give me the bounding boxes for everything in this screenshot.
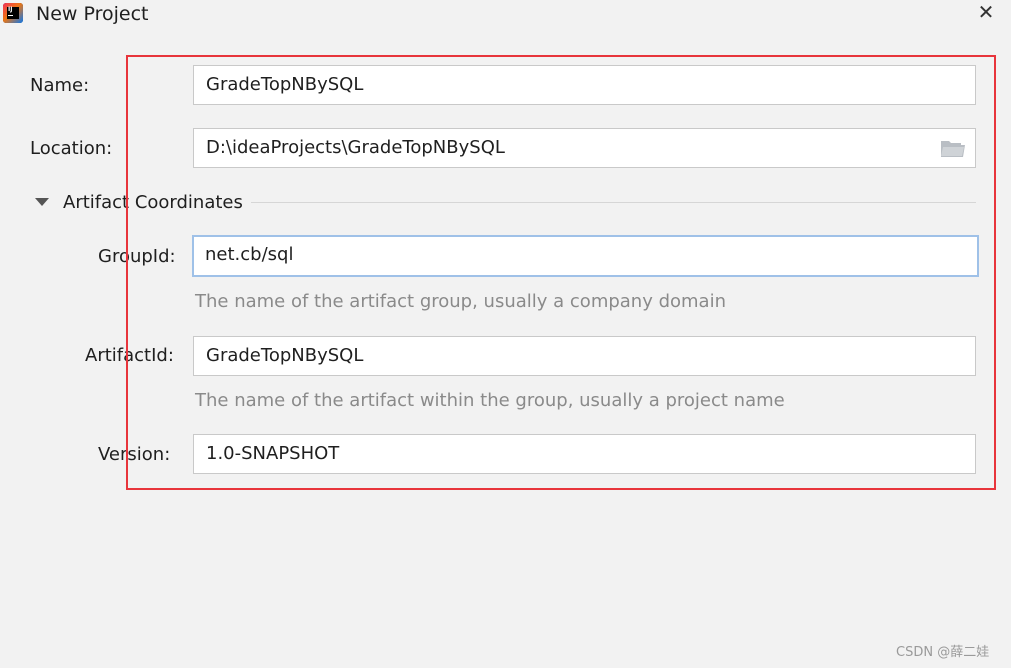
name-label: Name: [30, 75, 90, 96]
close-icon[interactable]: ✕ [974, 0, 998, 24]
title-bar: IJ New Project ✕ [0, 0, 1011, 30]
groupid-hint: The name of the artifact group, usually … [195, 291, 726, 312]
section-divider [251, 202, 976, 203]
version-label: Version: [98, 444, 171, 465]
window-title: New Project [36, 3, 149, 25]
version-field[interactable]: 1.0-SNAPSHOT [193, 434, 976, 474]
artifactid-field[interactable]: GradeTopNBySQL [193, 336, 976, 376]
intellij-app-icon: IJ [3, 3, 23, 23]
name-field[interactable]: GradeTopNBySQL [193, 65, 976, 105]
groupid-field[interactable]: net.cb/sql [192, 235, 979, 277]
expand-triangle-icon [35, 198, 49, 206]
artifactid-label: ArtifactId: [85, 345, 174, 366]
watermark-text: CSDN @薛二娃 [896, 645, 990, 660]
section-title: Artifact Coordinates [63, 192, 243, 213]
location-field[interactable]: D:\ideaProjects\GradeTopNBySQL [193, 128, 976, 168]
folder-icon[interactable] [940, 138, 966, 158]
groupid-label: GroupId: [98, 246, 176, 267]
location-label: Location: [30, 138, 113, 159]
artifactid-hint: The name of the artifact within the grou… [195, 390, 785, 411]
